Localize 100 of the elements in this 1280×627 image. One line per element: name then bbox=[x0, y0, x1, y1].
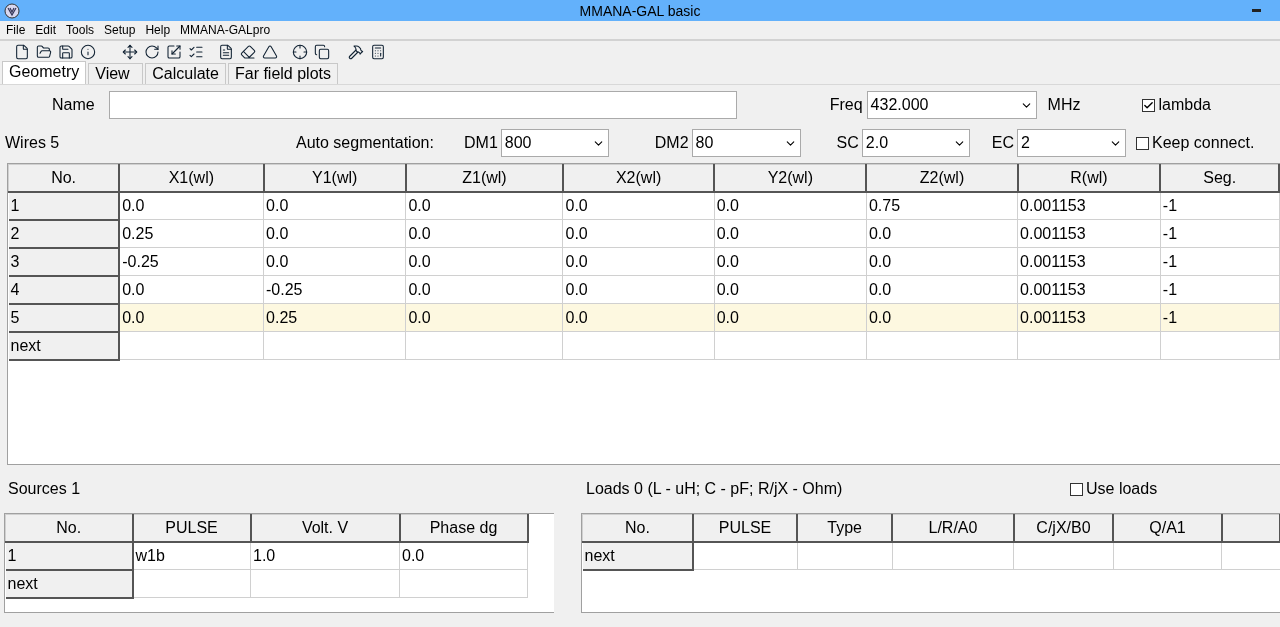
table-cell[interactable]: 1.0 bbox=[250, 541, 400, 570]
table-cell[interactable]: -1 bbox=[1160, 303, 1279, 332]
table-cell[interactable]: -0.25 bbox=[119, 247, 264, 276]
segmentation-dropdown[interactable]: 2.0 bbox=[861, 129, 970, 157]
list-icon[interactable] bbox=[188, 44, 204, 60]
table-cell[interactable]: 0.0 bbox=[714, 275, 867, 304]
row-header[interactable]: 3 bbox=[8, 247, 120, 276]
row-header[interactable]: next bbox=[582, 541, 693, 570]
field-label: DM2 bbox=[654, 134, 689, 152]
menu-item[interactable]: File bbox=[2, 23, 32, 37]
tab[interactable]: Far field plots bbox=[227, 63, 338, 84]
tab[interactable]: View bbox=[88, 63, 144, 84]
crosshair-icon[interactable] bbox=[292, 44, 308, 60]
table-cell[interactable]: 0.001153 bbox=[1017, 275, 1161, 304]
table-cell[interactable]: 0.0 bbox=[405, 247, 563, 276]
table-cell[interactable]: w1b bbox=[132, 541, 251, 570]
menu-item[interactable]: Tools bbox=[62, 23, 101, 37]
table-cell[interactable]: 0.0 bbox=[714, 247, 867, 276]
save-icon[interactable] bbox=[58, 44, 74, 60]
file-icon[interactable] bbox=[14, 44, 30, 60]
table-cell[interactable]: 0.0 bbox=[563, 303, 715, 332]
table-cell[interactable]: 0.0 bbox=[866, 275, 1018, 304]
name-field[interactable] bbox=[108, 91, 737, 119]
loads-label: Loads 0 (L - uH; C - pF; R/jX - Ohm) bbox=[586, 480, 844, 498]
resize-icon[interactable] bbox=[166, 44, 182, 60]
row-header[interactable]: next bbox=[8, 331, 120, 360]
table-cell[interactable]: 0.0 bbox=[866, 219, 1018, 248]
menu-item[interactable]: MMANA-GALpro bbox=[176, 23, 277, 37]
checkbox-label: lambda bbox=[1158, 96, 1211, 114]
table-cell[interactable]: 0.0 bbox=[119, 191, 264, 220]
table-cell[interactable]: -1 bbox=[1160, 191, 1279, 220]
table-cell[interactable]: 0.0 bbox=[563, 191, 715, 220]
row-header[interactable]: next bbox=[5, 569, 133, 598]
column-header: No. bbox=[582, 514, 693, 542]
tools-icon[interactable] bbox=[348, 44, 364, 60]
segmentation-dropdown[interactable]: 2 bbox=[1017, 129, 1127, 157]
table-cell[interactable]: 0.0 bbox=[563, 275, 715, 304]
table-cell[interactable]: -1 bbox=[1160, 219, 1279, 248]
table-cell[interactable]: 0.001153 bbox=[1017, 247, 1161, 276]
menu-item[interactable]: Edit bbox=[31, 23, 63, 37]
row-header[interactable]: 5 bbox=[8, 303, 120, 332]
triangle-icon[interactable] bbox=[262, 44, 278, 60]
tab[interactable]: Geometry bbox=[2, 61, 87, 84]
column-header: PULSE bbox=[692, 514, 798, 542]
table-cell[interactable]: 0.0 bbox=[263, 191, 406, 220]
rotate-icon[interactable] bbox=[144, 44, 160, 60]
table-cell[interactable]: 0.0 bbox=[714, 219, 867, 248]
row-header[interactable]: 4 bbox=[8, 275, 120, 304]
table-cell[interactable]: 0.0 bbox=[263, 247, 406, 276]
field-label: DM1 bbox=[464, 134, 498, 152]
menu-item[interactable]: Help bbox=[141, 23, 177, 37]
table-cell[interactable]: 0.0 bbox=[563, 219, 715, 248]
document-icon[interactable] bbox=[218, 44, 234, 60]
table-cell[interactable]: 0.0 bbox=[399, 541, 528, 570]
table-cell[interactable]: 0.0 bbox=[263, 219, 406, 248]
info-icon[interactable] bbox=[80, 44, 96, 60]
checkbox[interactable] bbox=[1136, 136, 1150, 150]
column-header: Z2(wl) bbox=[866, 164, 1018, 192]
table-cell[interactable]: 0.0 bbox=[714, 303, 867, 332]
table-cell[interactable]: 0.0 bbox=[119, 275, 264, 304]
logo-icon bbox=[4, 2, 20, 19]
table-cell[interactable]: 0.0 bbox=[405, 219, 563, 248]
table-cell[interactable]: 0.0 bbox=[119, 303, 264, 332]
unit-label: MHz bbox=[1047, 96, 1081, 114]
tab[interactable]: Calculate bbox=[145, 63, 226, 84]
table-cell[interactable]: 0.0 bbox=[405, 303, 563, 332]
segmentation-dropdown[interactable]: 80 bbox=[691, 129, 801, 157]
menu-item[interactable]: Setup bbox=[100, 23, 142, 37]
table-cell[interactable]: 0.0 bbox=[405, 275, 563, 304]
move-icon[interactable] bbox=[122, 44, 138, 60]
row-header[interactable]: 2 bbox=[8, 219, 120, 248]
table-cell[interactable]: 0.0 bbox=[714, 191, 867, 220]
column-header: X2(wl) bbox=[563, 164, 715, 192]
row-header[interactable]: 1 bbox=[5, 541, 133, 570]
table-cell[interactable]: 0.001153 bbox=[1017, 219, 1161, 248]
table-cell[interactable]: -1 bbox=[1160, 247, 1279, 276]
frequency-dropdown[interactable]: 432.000 bbox=[866, 91, 1037, 119]
table-cell[interactable]: 0.25 bbox=[263, 303, 406, 332]
copy-icon[interactable] bbox=[314, 44, 330, 60]
eraser-icon[interactable] bbox=[240, 44, 256, 60]
table-cell[interactable]: 0.0 bbox=[866, 247, 1018, 276]
checkbox[interactable] bbox=[1142, 98, 1156, 112]
row-header[interactable]: 1 bbox=[8, 191, 120, 220]
folder-icon[interactable] bbox=[36, 44, 52, 60]
table-cell[interactable]: 0.001153 bbox=[1017, 303, 1161, 332]
column-header: L/R/A0 bbox=[892, 514, 1014, 542]
table-cell[interactable]: -1 bbox=[1160, 275, 1279, 304]
calculator-icon[interactable] bbox=[370, 44, 386, 60]
checkbox[interactable] bbox=[1070, 482, 1083, 496]
table-cell[interactable]: -0.25 bbox=[263, 275, 406, 304]
column-header: Q/A1 bbox=[1113, 514, 1222, 542]
table-cell[interactable]: 0.0 bbox=[563, 247, 715, 276]
table-cell[interactable]: 0.0 bbox=[405, 191, 563, 220]
table-cell[interactable]: 0.001153 bbox=[1017, 191, 1161, 220]
field-label: SC bbox=[836, 134, 859, 152]
segmentation-dropdown[interactable]: 800 bbox=[500, 129, 609, 157]
field-label: EC bbox=[991, 134, 1015, 152]
table-cell[interactable]: 0.25 bbox=[119, 219, 264, 248]
table-cell[interactable]: 0.75 bbox=[866, 191, 1018, 220]
table-cell[interactable]: 0.0 bbox=[866, 303, 1018, 332]
